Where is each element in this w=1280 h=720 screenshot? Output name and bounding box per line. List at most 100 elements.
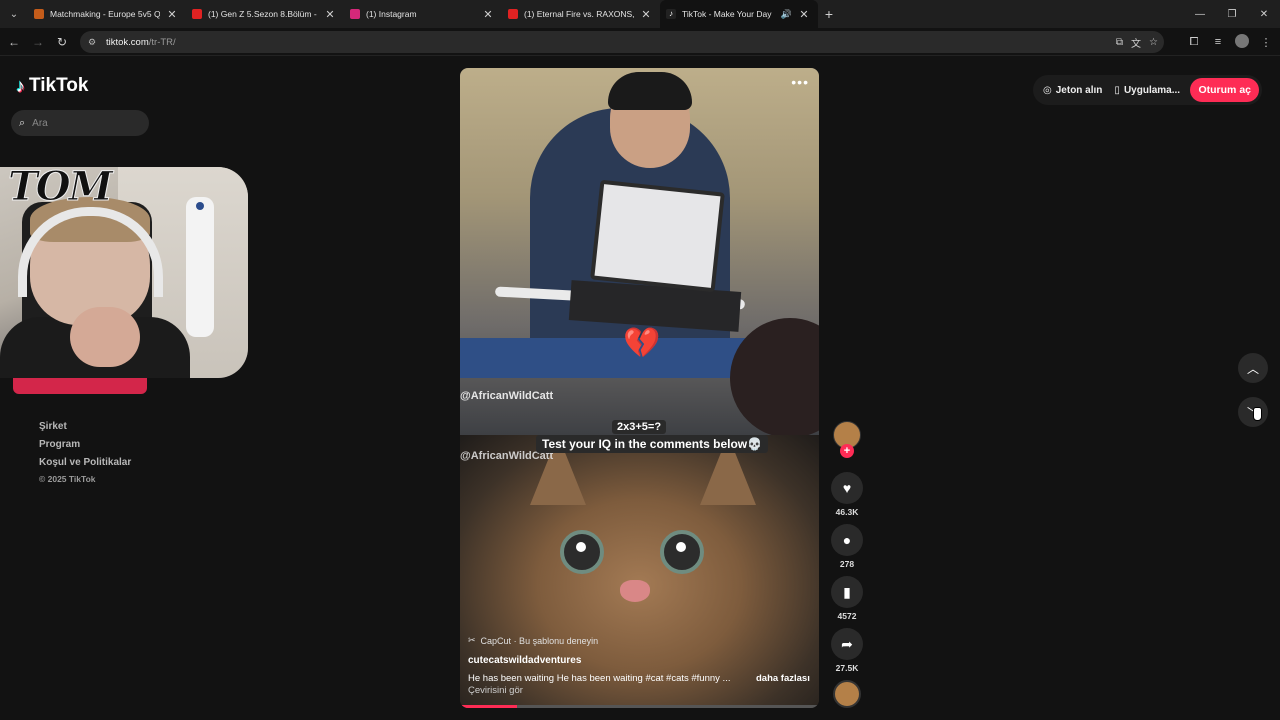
video-progress-fill [460, 705, 518, 708]
tiktok-logo[interactable]: ♪ TikTok [16, 75, 88, 97]
search-icon: ⌕ [19, 116, 26, 129]
video-watermark: @AfricanWildCatt [460, 390, 554, 402]
copyright: © 2025 TikTok [39, 474, 96, 484]
webcam-overlay: TOM [0, 167, 248, 378]
cat-eye [560, 530, 604, 574]
translate-icon[interactable]: 文 [1131, 35, 1141, 50]
browser-toolbar: ← → ↻ ⚙ tiktok.com/tr-TR/ ⧉ 文 ☆ ⧠ ≡ ⋮ [0, 28, 1280, 56]
browser-tab[interactable]: Matchmaking - Europe 5v5 Qu ✕ [28, 0, 186, 28]
tab-favicon [192, 9, 202, 19]
tiktok-favicon-icon: ♪ [666, 9, 676, 19]
capcut-label: CapCut · Bu şablonu deneyin [480, 635, 599, 646]
broken-heart-icon: 💔 [623, 327, 661, 360]
logo-text: TikTok [29, 75, 89, 96]
video-player[interactable]: 💔 @AfricanWildCatt @AfricanWildCatt 2x3+… [460, 68, 819, 708]
like-heart-icon[interactable]: ♥ [831, 472, 863, 504]
tab-favicon [34, 9, 44, 19]
footer-link-company[interactable]: Şirket [39, 421, 131, 439]
close-tab-icon[interactable]: ✕ [166, 8, 178, 21]
music-disc-icon[interactable] [833, 680, 861, 708]
url-path: /tr-TR/ [148, 36, 176, 48]
window-controls: — ❐ ✕ [1184, 0, 1280, 28]
search-input[interactable]: ⌕ Ara [11, 110, 149, 136]
header-actions: ◎ Jeton alın ▯ Uygulama... Oturum aç [1033, 75, 1262, 105]
tab-favicon [350, 9, 360, 19]
forward-icon[interactable]: → [26, 30, 50, 54]
share-count: 27.5K [835, 663, 859, 673]
browser-tab[interactable]: (1) Gen Z 5.Sezon 8.Bölüm - Dü ✕ [186, 0, 344, 28]
more-options-icon[interactable]: ••• [791, 74, 809, 90]
translate-link[interactable]: Çevirisini gör [468, 685, 523, 696]
video-description: He has been waiting He has been waiting … [468, 673, 813, 684]
browser-tab-bar: ⌄ Matchmaking - Europe 5v5 Qu ✕ (1) Gen … [0, 0, 1280, 28]
tiktok-note-icon: ♪ [16, 75, 25, 96]
video-cat-scene: @AfricanWildCatt [460, 435, 819, 708]
close-tab-icon[interactable]: ✕ [640, 8, 652, 21]
search-placeholder: Ara [32, 117, 48, 129]
close-tab-icon[interactable]: ✕ [482, 8, 494, 21]
like-count: 46.3K [835, 507, 859, 517]
reload-icon[interactable]: ↻ [50, 30, 74, 54]
bookmark-icon[interactable]: ▮ [831, 576, 863, 608]
new-tab-button[interactable]: + [818, 6, 840, 22]
description-text: He has been waiting He has been waiting … [468, 673, 731, 684]
tab-favicon [508, 9, 518, 19]
minimize-icon[interactable]: — [1184, 0, 1216, 28]
mouse-cursor [1253, 407, 1262, 421]
cat-eye [660, 530, 704, 574]
share-icon[interactable]: ➦ [831, 628, 863, 660]
url-host: tiktok.com [106, 36, 149, 48]
save-count: 4572 [837, 611, 857, 621]
phone-icon: ▯ [1114, 84, 1120, 96]
browser-tab[interactable]: (1) Eternal Fire vs. RAXONS, pro ✕ [502, 0, 660, 28]
browser-tab[interactable]: (1) Instagram ✕ [344, 0, 502, 28]
get-coins-label: Jeton alın [1055, 84, 1103, 96]
footer-link-program[interactable]: Program [39, 439, 131, 457]
browser-tab-active[interactable]: ♪ TikTok - Make Your Day 🔊 ✕ [660, 0, 818, 28]
get-app-label: Uygulama... [1123, 84, 1181, 96]
restore-icon[interactable]: ❐ [1216, 0, 1248, 28]
bookmark-star-icon[interactable]: ☆ [1149, 37, 1158, 48]
heater-tower [186, 197, 214, 337]
extensions-icon[interactable]: ⧠ [1184, 36, 1204, 49]
streamer-logo: TOM [8, 167, 114, 211]
comment-count: 278 [839, 559, 855, 569]
comment-icon[interactable]: ● [831, 524, 863, 556]
video-author[interactable]: cutecatswildadventures [468, 655, 581, 666]
capcut-template-link[interactable]: ✂ CapCut · Bu şablonu deneyin [468, 635, 598, 646]
video-question: 2x3+5=? [612, 420, 667, 434]
browser-menu-icon[interactable]: ⋮ [1256, 36, 1276, 49]
close-tab-icon[interactable]: ✕ [798, 8, 810, 21]
login-button[interactable]: Oturum aç [1190, 78, 1259, 102]
capcut-icon: ✂ [468, 635, 476, 645]
media-control-icon[interactable]: ≡ [1208, 36, 1228, 48]
speaker-icon[interactable]: 🔊 [781, 9, 792, 20]
address-bar[interactable]: ⚙ tiktok.com/tr-TR/ ⧉ 文 ☆ [80, 31, 1164, 53]
laptop [590, 179, 725, 293]
video-caption: Test your IQ in the comments below💀 [536, 435, 769, 453]
footer-link-terms[interactable]: Koşul ve Politikalar [39, 457, 131, 475]
install-app-icon[interactable]: ⧉ [1116, 37, 1123, 48]
coin-icon: ◎ [1043, 84, 1052, 96]
get-app-button[interactable]: ▯ Uygulama... [1114, 85, 1180, 96]
tab-title: (1) Gen Z 5.Sezon 8.Bölüm - Dü [208, 9, 318, 19]
tab-title: (1) Eternal Fire vs. RAXONS, pro [524, 9, 634, 19]
site-info-icon[interactable]: ⚙ [88, 37, 100, 48]
video-progress-bar[interactable] [460, 705, 819, 708]
tab-search-icon[interactable]: ⌄ [0, 0, 28, 28]
close-tab-icon[interactable]: ✕ [324, 8, 336, 21]
previous-video-chevron-up-icon[interactable]: ︿ [1238, 353, 1268, 383]
hidden-login-button[interactable] [13, 378, 147, 394]
see-more-link[interactable]: daha fazlası [756, 673, 810, 684]
tiktok-page: ♪ TikTok ⌕ Ara TOM Şirket Program Koşul … [0, 57, 1280, 720]
profile-avatar[interactable] [1232, 33, 1252, 51]
back-icon[interactable]: ← [2, 30, 26, 54]
tab-title: TikTok - Make Your Day [682, 9, 772, 19]
tab-title: (1) Instagram [366, 9, 417, 19]
get-coins-button[interactable]: ◎ Jeton alın [1043, 85, 1102, 96]
follow-plus-icon[interactable]: + [840, 444, 854, 458]
tab-title: Matchmaking - Europe 5v5 Qu [50, 9, 160, 19]
sidebar-footer: Şirket Program Koşul ve Politikalar © 20… [39, 421, 131, 488]
video-top-scene: 💔 @AfricanWildCatt [460, 68, 819, 438]
close-window-icon[interactable]: ✕ [1248, 0, 1280, 28]
